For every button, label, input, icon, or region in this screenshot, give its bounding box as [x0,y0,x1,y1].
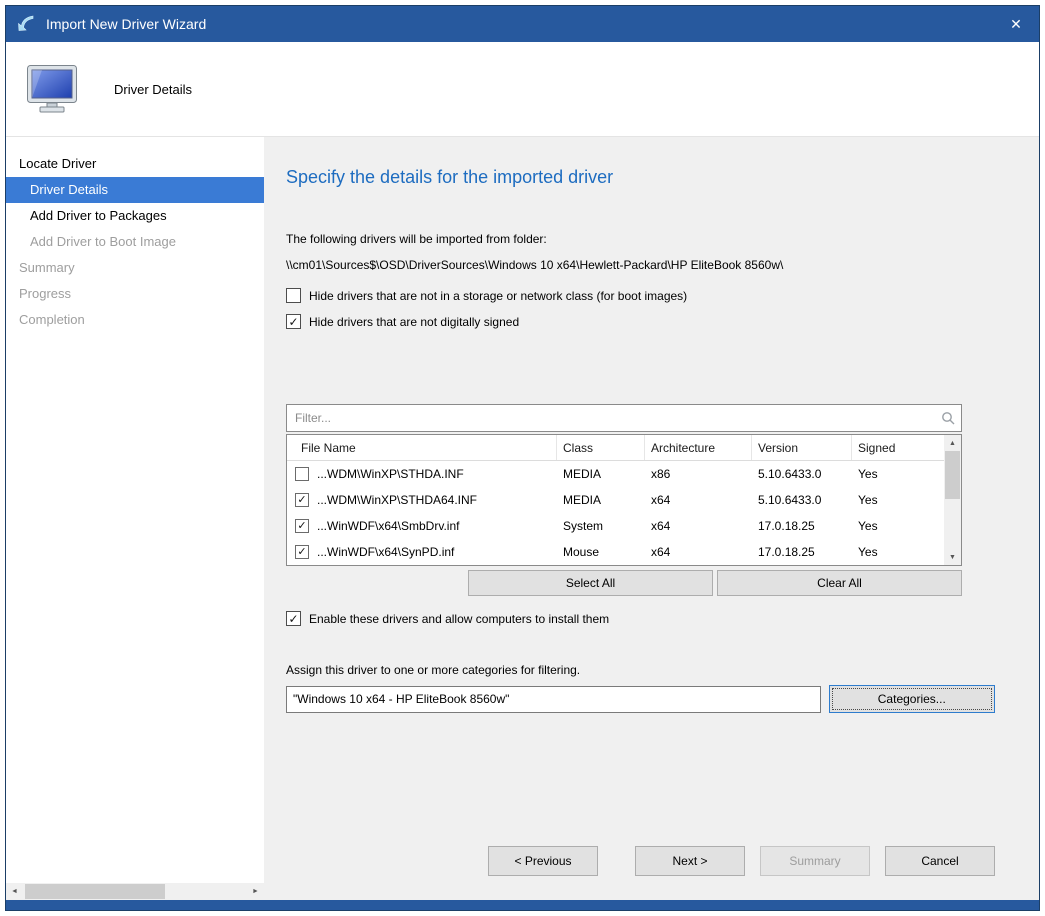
page-heading: Specify the details for the imported dri… [286,167,995,188]
table-header: File Name Class Architecture Version Sig… [287,435,944,461]
column-header-class[interactable]: Class [557,435,645,460]
sidebar: Locate Driver Driver Details Add Driver … [6,137,264,900]
version-cell: 17.0.18.25 [752,545,852,559]
sidebar-item-add-driver-to-boot-image: Add Driver to Boot Image [6,229,264,255]
row-checkbox[interactable]: ✓ [295,493,309,507]
folder-path: \\cm01\Sources$\OSD\DriverSources\Window… [286,258,995,272]
column-header-architecture[interactable]: Architecture [645,435,752,460]
wizard-header: Driver Details [6,42,1039,137]
checkbox-row-enable-drivers: ✓ Enable these drivers and allow compute… [286,611,995,626]
sidebar-item-completion: Completion [6,307,264,333]
filter-input[interactable] [287,411,935,425]
version-cell: 5.10.6433.0 [752,467,852,481]
computer-icon [26,64,84,114]
search-icon [935,411,961,425]
enable-drivers-checkbox[interactable]: ✓ [286,611,301,626]
titlebar: Import New Driver Wizard ✕ [6,6,1039,42]
category-row: Categories... [286,685,995,713]
next-button[interactable]: Next > [635,846,745,876]
sidebar-item-summary: Summary [6,255,264,281]
selection-buttons: Select All Clear All [468,570,962,596]
scroll-up-icon[interactable]: ▲ [944,435,961,451]
table-row[interactable]: ...WDM\WinXP\STHDA.INF MEDIA x86 5.10.64… [287,461,944,487]
digitally-signed-label: Hide drivers that are not digitally sign… [309,315,519,329]
category-input[interactable] [286,686,821,713]
class-cell: MEDIA [557,493,645,507]
hscroll-track [23,883,247,900]
row-checkbox[interactable] [295,467,309,481]
table-row[interactable]: ✓ ...WDM\WinXP\STHDA64.INF MEDIA x64 5.1… [287,487,944,513]
row-checkbox[interactable]: ✓ [295,545,309,559]
intro-text: The following drivers will be imported f… [286,232,995,246]
file-name-cell: ...WinWDF\x64\SynPD.inf [317,545,454,559]
class-cell: Mouse [557,545,645,559]
wizard-icon [16,14,36,34]
bottom-accent-bar [6,900,1039,910]
signed-cell: Yes [852,545,946,559]
column-header-signed[interactable]: Signed [852,435,946,460]
architecture-cell: x86 [645,467,752,481]
digitally-signed-checkbox[interactable]: ✓ [286,314,301,329]
storage-class-checkbox[interactable] [286,288,301,303]
clear-all-button[interactable]: Clear All [717,570,962,596]
signed-cell: Yes [852,519,946,533]
signed-cell: Yes [852,493,946,507]
summary-button: Summary [760,846,870,876]
class-cell: System [557,519,645,533]
signed-cell: Yes [852,467,946,481]
table-vertical-scrollbar: ▲ ▼ [944,435,961,565]
sidebar-item-add-driver-to-packages[interactable]: Add Driver to Packages [6,203,264,229]
window-title: Import New Driver Wizard [46,16,206,32]
checkbox-row-digitally-signed: ✓ Hide drivers that are not digitally si… [286,314,995,329]
version-cell: 5.10.6433.0 [752,493,852,507]
checkbox-row-storage-class: Hide drivers that are not in a storage o… [286,288,995,303]
drivers-table: File Name Class Architecture Version Sig… [286,434,962,566]
sidebar-item-locate-driver[interactable]: Locate Driver [6,151,264,177]
scroll-down-icon[interactable]: ▼ [944,549,961,565]
enable-drivers-label: Enable these drivers and allow computers… [309,612,609,626]
file-name-cell: ...WDM\WinXP\STHDA.INF [317,467,464,481]
scroll-right-icon[interactable]: ► [247,883,264,900]
column-header-file-name[interactable]: File Name [287,435,557,460]
architecture-cell: x64 [645,493,752,507]
file-name-cell: ...WinWDF\x64\SmbDrv.inf [317,519,459,533]
previous-button[interactable]: < Previous [488,846,598,876]
storage-class-label: Hide drivers that are not in a storage o… [309,289,687,303]
table-row[interactable]: ✓ ...WinWDF\x64\SynPD.inf Mouse x64 17.0… [287,539,944,565]
architecture-cell: x64 [645,545,752,559]
close-button[interactable]: ✕ [993,6,1039,42]
cancel-button[interactable]: Cancel [885,846,995,876]
scroll-left-icon[interactable]: ◄ [6,883,23,900]
version-cell: 17.0.18.25 [752,519,852,533]
hscroll-thumb[interactable] [25,884,165,899]
main-panel: Specify the details for the imported dri… [264,137,1039,900]
table-row[interactable]: ✓ ...WinWDF\x64\SmbDrv.inf System x64 17… [287,513,944,539]
vscroll-track [944,451,961,549]
column-header-version[interactable]: Version [752,435,852,460]
file-name-cell: ...WDM\WinXP\STHDA64.INF [317,493,477,507]
assign-categories-text: Assign this driver to one or more catego… [286,663,995,677]
architecture-cell: x64 [645,519,752,533]
vscroll-thumb[interactable] [945,451,960,499]
row-checkbox[interactable]: ✓ [295,519,309,533]
wizard-footer: < Previous Next > Summary Cancel [286,846,995,876]
categories-button[interactable]: Categories... [829,685,995,713]
sidebar-item-driver-details[interactable]: Driver Details [6,177,264,203]
select-all-button[interactable]: Select All [468,570,713,596]
sidebar-item-progress: Progress [6,281,264,307]
sidebar-horizontal-scrollbar: ◄ ► [6,883,264,900]
page-title: Driver Details [114,82,192,97]
class-cell: MEDIA [557,467,645,481]
close-icon: ✕ [1010,16,1022,33]
filter-box [286,404,962,432]
wizard-window: Import New Driver Wizard ✕ Driver Detail… [5,5,1040,911]
